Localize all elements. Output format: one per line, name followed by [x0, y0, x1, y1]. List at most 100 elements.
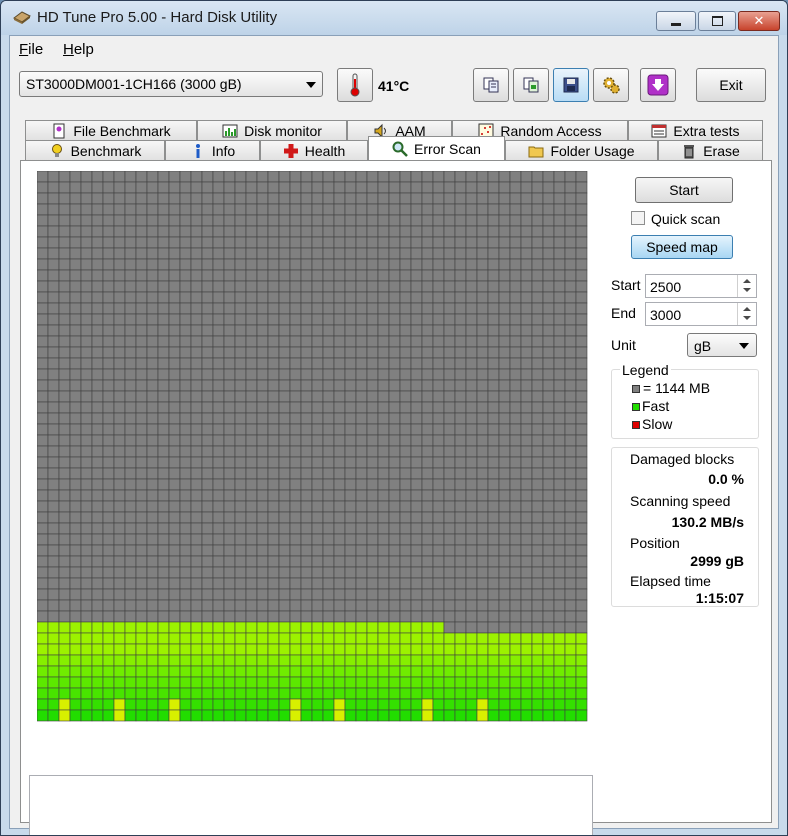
scan-block: [355, 555, 368, 568]
scan-block: [366, 478, 379, 491]
scan-block: [487, 357, 500, 370]
scan-block: [465, 368, 478, 381]
scan-block: [179, 500, 192, 513]
speed-map-button[interactable]: Speed map: [631, 235, 733, 259]
scan-block: [399, 423, 412, 436]
scan-block: [344, 687, 357, 700]
scan-block: [223, 445, 236, 458]
scan-block: [36, 368, 49, 381]
scan-block: [498, 401, 511, 414]
temperature-button[interactable]: [337, 68, 373, 102]
scan-block: [355, 709, 368, 722]
scan-block: [157, 258, 170, 271]
scan-block: [487, 258, 500, 271]
scan-block: [410, 192, 423, 205]
scan-block: [102, 577, 115, 590]
scan-block: [36, 698, 49, 711]
scan-block: [355, 566, 368, 579]
scan-block: [179, 577, 192, 590]
scan-block: [344, 434, 357, 447]
tab-erase[interactable]: Erase: [658, 140, 763, 160]
end-field[interactable]: 3000: [645, 302, 757, 326]
scan-block: [531, 445, 544, 458]
scan-block: [476, 456, 489, 469]
scan-block: [388, 313, 401, 326]
scan-block: [454, 445, 467, 458]
scan-block: [366, 324, 379, 337]
scan-block: [256, 302, 269, 315]
scan-block: [432, 313, 445, 326]
copy-screenshot-button[interactable]: [513, 68, 549, 102]
tab-disk-monitor[interactable]: Disk monitor: [197, 120, 347, 140]
tab-health[interactable]: Health: [260, 140, 368, 160]
scan-block: [564, 511, 577, 524]
scan-block: [80, 247, 93, 260]
close-button[interactable]: ✕: [738, 11, 780, 31]
scan-block: [69, 445, 82, 458]
tab-extra-tests[interactable]: Extra tests: [628, 120, 763, 140]
tab-info[interactable]: Info: [165, 140, 260, 160]
scan-block: [157, 588, 170, 601]
scan-block: [113, 621, 126, 634]
menu-file[interactable]: File: [19, 41, 43, 58]
scan-block: [223, 236, 236, 249]
start-spin-buttons[interactable]: [737, 275, 756, 297]
scan-block: [69, 709, 82, 722]
scan-block: [58, 434, 71, 447]
exit-button[interactable]: Exit: [696, 68, 766, 102]
scan-block: [421, 698, 434, 711]
scan-block: [124, 500, 137, 513]
scan-block: [432, 434, 445, 447]
scan-block: [399, 280, 412, 293]
scan-block: [223, 258, 236, 271]
scan-block: [366, 654, 379, 667]
copy-info-button[interactable]: [473, 68, 509, 102]
scan-log[interactable]: [29, 775, 593, 835]
tab-label: Erase: [703, 142, 740, 159]
tab-file-benchmark[interactable]: File Benchmark: [25, 120, 197, 140]
scan-block: [531, 280, 544, 293]
scan-block: [124, 412, 137, 425]
unit-select[interactable]: gB: [687, 333, 757, 357]
scan-block: [355, 280, 368, 293]
scan-block: [322, 544, 335, 557]
scan-block: [520, 390, 533, 403]
scan-block: [69, 555, 82, 568]
scan-block: [465, 621, 478, 634]
scan-block: [344, 632, 357, 645]
quick-scan-checkbox[interactable]: [631, 211, 645, 225]
minimize-button[interactable]: [656, 11, 696, 31]
tab-folder-usage[interactable]: Folder Usage: [505, 140, 658, 160]
tab-error-scan[interactable]: Error Scan: [368, 136, 505, 160]
scan-block: [509, 654, 522, 667]
scan-block: [553, 456, 566, 469]
scan-block: [344, 643, 357, 656]
scan-block: [410, 412, 423, 425]
scan-block: [575, 709, 588, 722]
scan-block: [58, 214, 71, 227]
maximize-button[interactable]: [698, 11, 736, 31]
scan-block: [509, 280, 522, 293]
download-button[interactable]: [640, 68, 676, 102]
scan-block: [421, 577, 434, 590]
tab-benchmark[interactable]: Benchmark: [25, 140, 165, 160]
start-scan-button[interactable]: Start: [635, 177, 733, 203]
menu-help[interactable]: Help: [63, 41, 94, 58]
options-button[interactable]: [593, 68, 629, 102]
scan-block: [179, 357, 192, 370]
scan-block: [212, 192, 225, 205]
scan-block: [520, 214, 533, 227]
scan-block: [36, 170, 49, 183]
scan-block: [157, 687, 170, 700]
start-field[interactable]: 2500: [645, 274, 757, 298]
scan-block: [553, 412, 566, 425]
scan-block: [91, 357, 104, 370]
drive-select[interactable]: ST3000DM001-1CH166 (3000 gB): [19, 71, 323, 97]
scan-block: [575, 225, 588, 238]
save-button[interactable]: [553, 68, 589, 102]
scan-block: [498, 456, 511, 469]
scan-block: [113, 335, 126, 348]
scan-block: [102, 467, 115, 480]
end-spin-buttons[interactable]: [737, 303, 756, 325]
scan-block: [410, 500, 423, 513]
